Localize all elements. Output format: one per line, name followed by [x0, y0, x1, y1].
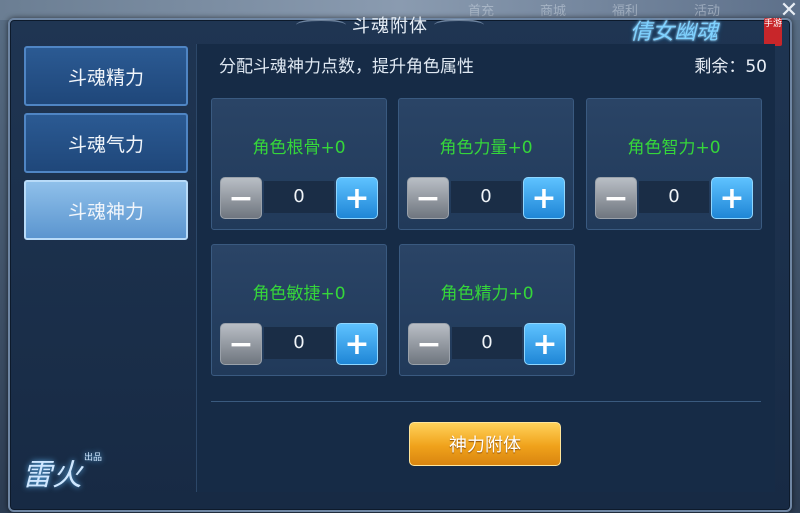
plus-icon: + — [532, 326, 558, 362]
plus-button[interactable]: + — [336, 323, 378, 365]
stepper-value: 0 — [639, 181, 709, 213]
minus-icon: − — [603, 180, 629, 216]
title-ornament-left — [296, 19, 346, 31]
dialog-title: 斗魂附体 — [352, 16, 428, 37]
attribute-card-gengu: 角色根骨+0 − 0 + — [211, 98, 387, 230]
remaining-points: 剩余：50 — [694, 52, 767, 77]
plus-icon: + — [531, 180, 557, 216]
attribute-label: 角色智力+0 — [627, 138, 721, 158]
tab-douhun-jingli[interactable]: 斗魂精力 — [24, 46, 188, 106]
minus-icon: − — [228, 180, 254, 216]
attribute-label: 角色敏捷+0 — [252, 284, 346, 304]
description-text: 分配斗魂神力点数，提升角色属性 — [219, 57, 474, 77]
content-area: 分配斗魂神力点数，提升角色属性 剩余：50 角色根骨+0 − 0 + 角色力量+… — [196, 44, 775, 492]
minus-icon: − — [228, 326, 254, 362]
minus-button[interactable]: − — [407, 177, 449, 219]
publisher-logo: 雷火 出品 — [22, 450, 102, 494]
minus-button[interactable]: − — [408, 323, 450, 365]
remaining-label: 剩余： — [694, 57, 746, 77]
attribute-label: 角色精力+0 — [440, 284, 534, 304]
stepper-value: 0 — [264, 181, 334, 213]
quantity-stepper: − 0 + — [407, 177, 565, 219]
title-ornament-right — [434, 19, 484, 31]
attribute-label: 角色根骨+0 — [252, 138, 346, 158]
stepper-value: 0 — [452, 327, 522, 359]
minus-button[interactable]: − — [220, 323, 262, 365]
plus-button[interactable]: + — [711, 177, 753, 219]
plus-icon: + — [719, 180, 745, 216]
attribute-card-liliang: 角色力量+0 − 0 + — [398, 98, 574, 230]
publisher-logo-text: 雷火 — [22, 458, 82, 493]
bg-menu-item: 商城 — [540, 4, 567, 19]
attribute-label: 角色力量+0 — [439, 138, 533, 158]
plus-button[interactable]: + — [336, 177, 378, 219]
minus-button[interactable]: − — [220, 177, 262, 219]
attribute-card-zhili: 角色智力+0 − 0 + — [586, 98, 762, 230]
quantity-stepper: − 0 + — [220, 177, 378, 219]
plus-button[interactable]: + — [523, 177, 565, 219]
game-logo-text: 倩女幽魂 — [630, 20, 719, 45]
divider — [211, 401, 761, 402]
title-bar: 斗魂附体 — [262, 8, 518, 42]
quantity-stepper: − 0 + — [408, 323, 566, 365]
quantity-stepper: − 0 + — [220, 323, 378, 365]
tab-douhun-qili[interactable]: 斗魂气力 — [24, 113, 188, 173]
plus-button[interactable]: + — [524, 323, 566, 365]
stepper-value: 0 — [451, 181, 521, 213]
sidebar: 斗魂精力 斗魂气力 斗魂神力 — [24, 46, 192, 247]
confirm-button[interactable]: 神力附体 — [409, 422, 561, 466]
stepper-value: 0 — [264, 327, 334, 359]
tab-douhun-shenli[interactable]: 斗魂神力 — [24, 180, 188, 240]
minus-button[interactable]: − — [595, 177, 637, 219]
remaining-value: 50 — [745, 57, 767, 77]
plus-icon: + — [344, 180, 370, 216]
minus-icon: − — [415, 180, 441, 216]
plus-icon: + — [344, 326, 370, 362]
minus-icon: − — [416, 326, 442, 362]
attribute-card-minjie: 角色敏捷+0 − 0 + — [211, 244, 387, 376]
attribute-card-jingli: 角色精力+0 − 0 + — [399, 244, 575, 376]
close-icon[interactable]: ✕ — [778, 0, 800, 22]
publisher-suffix: 出品 — [84, 453, 103, 463]
quantity-stepper: − 0 + — [595, 177, 753, 219]
